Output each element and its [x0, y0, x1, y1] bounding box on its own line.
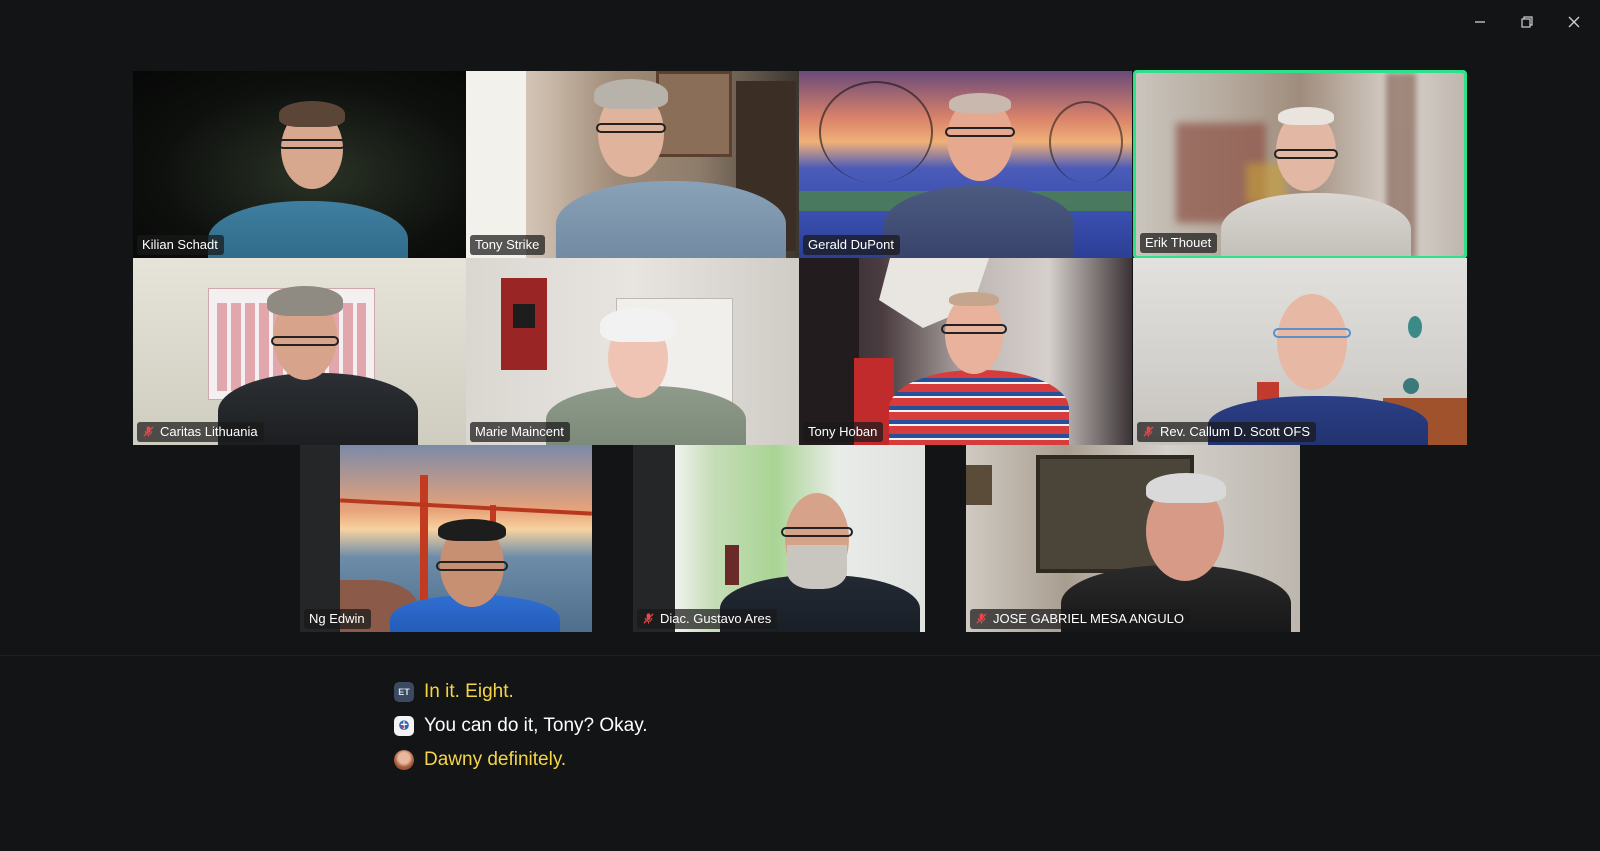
- video-feed: [133, 71, 466, 258]
- video-feed: [1133, 258, 1467, 445]
- caption-text: In it. Eight.: [424, 681, 514, 702]
- restore-button[interactable]: [1507, 8, 1547, 36]
- video-feed: [466, 71, 799, 258]
- participant-name-tag: Caritas Lithuania: [137, 422, 264, 442]
- title-bar: [0, 0, 1600, 44]
- avatar: ET: [394, 682, 414, 702]
- video-feed: [133, 258, 466, 445]
- minimize-icon: [1475, 21, 1485, 23]
- participant-name-tag: Tony Hoban: [803, 422, 884, 442]
- participant-name: Gerald DuPont: [808, 237, 894, 252]
- participant-name: Ng Edwin: [309, 611, 365, 626]
- participant-name: Tony Hoban: [808, 424, 878, 439]
- video-tile-active-speaker[interactable]: Erik Thouet: [1133, 70, 1467, 259]
- participant-name-tag: Marie Maincent: [470, 422, 570, 442]
- participant-name: Rev. Callum D. Scott OFS: [1160, 424, 1311, 439]
- video-feed: [466, 258, 799, 445]
- participant-name-tag: Erik Thouet: [1140, 233, 1218, 253]
- caption-text: Dawny definitely.: [424, 749, 567, 770]
- participant-name-tag: JOSE GABRIEL MESA ANGULO: [970, 609, 1190, 629]
- video-tile[interactable]: Tony Hoban: [799, 258, 1132, 445]
- caption-text: You can do it, Tony? Okay.: [424, 715, 648, 736]
- participant-name: Marie Maincent: [475, 424, 564, 439]
- video-feed: [799, 71, 1132, 258]
- caption-line: You can do it, Tony? Okay.: [394, 715, 648, 737]
- close-icon: [1568, 16, 1580, 28]
- participant-name: Tony Strike: [475, 237, 540, 252]
- microphone-muted-icon: [976, 613, 987, 624]
- participant-name: JOSE GABRIEL MESA ANGULO: [993, 611, 1184, 626]
- minimize-button[interactable]: [1460, 8, 1500, 36]
- organization-logo-icon: [399, 720, 409, 730]
- participant-name: Diac. Gustavo Ares: [660, 611, 772, 626]
- participant-name-tag: Kilian Schadt: [137, 235, 224, 255]
- avatar-initials: ET: [398, 687, 410, 697]
- video-tile[interactable]: Gerald DuPont: [799, 71, 1132, 258]
- avatar: [394, 716, 414, 736]
- gallery-view: Kilian Schadt Tony Strike Gerald DuPont: [0, 56, 1600, 656]
- video-tile[interactable]: JOSE GABRIEL MESA ANGULO: [966, 445, 1300, 632]
- video-feed: [966, 445, 1300, 632]
- caption-line: ET In it. Eight.: [394, 681, 514, 703]
- participant-name: Caritas Lithuania: [160, 424, 258, 439]
- microphone-muted-icon: [643, 613, 654, 624]
- caption-line: Dawny definitely.: [394, 749, 566, 771]
- video-tile[interactable]: Ng Edwin: [300, 445, 592, 632]
- microphone-muted-icon: [143, 426, 154, 437]
- participant-name-tag: Ng Edwin: [304, 609, 371, 629]
- video-feed: [799, 258, 1132, 445]
- video-tile[interactable]: Rev. Callum D. Scott OFS: [1133, 258, 1467, 445]
- close-button[interactable]: [1554, 8, 1594, 36]
- video-feed: [340, 445, 592, 632]
- video-feed: [1136, 73, 1464, 256]
- captions-panel: ET In it. Eight. You can do it, Tony? Ok…: [0, 655, 1600, 851]
- participant-name-tag: Rev. Callum D. Scott OFS: [1137, 422, 1317, 442]
- video-tile[interactable]: Tony Strike: [466, 71, 799, 258]
- participant-name: Kilian Schadt: [142, 237, 218, 252]
- video-tile[interactable]: Marie Maincent: [466, 258, 799, 445]
- participant-name-tag: Tony Strike: [470, 235, 546, 255]
- video-tile[interactable]: Caritas Lithuania: [133, 258, 466, 445]
- participant-name-tag: Gerald DuPont: [803, 235, 900, 255]
- video-tile[interactable]: Diac. Gustavo Ares: [633, 445, 925, 632]
- participant-name-tag: Diac. Gustavo Ares: [637, 609, 778, 629]
- video-tile[interactable]: Kilian Schadt: [133, 71, 466, 258]
- restore-icon: [1521, 16, 1533, 28]
- microphone-muted-icon: [1143, 426, 1154, 437]
- participant-name: Erik Thouet: [1145, 235, 1212, 250]
- video-feed: [675, 445, 925, 632]
- avatar: [394, 750, 414, 770]
